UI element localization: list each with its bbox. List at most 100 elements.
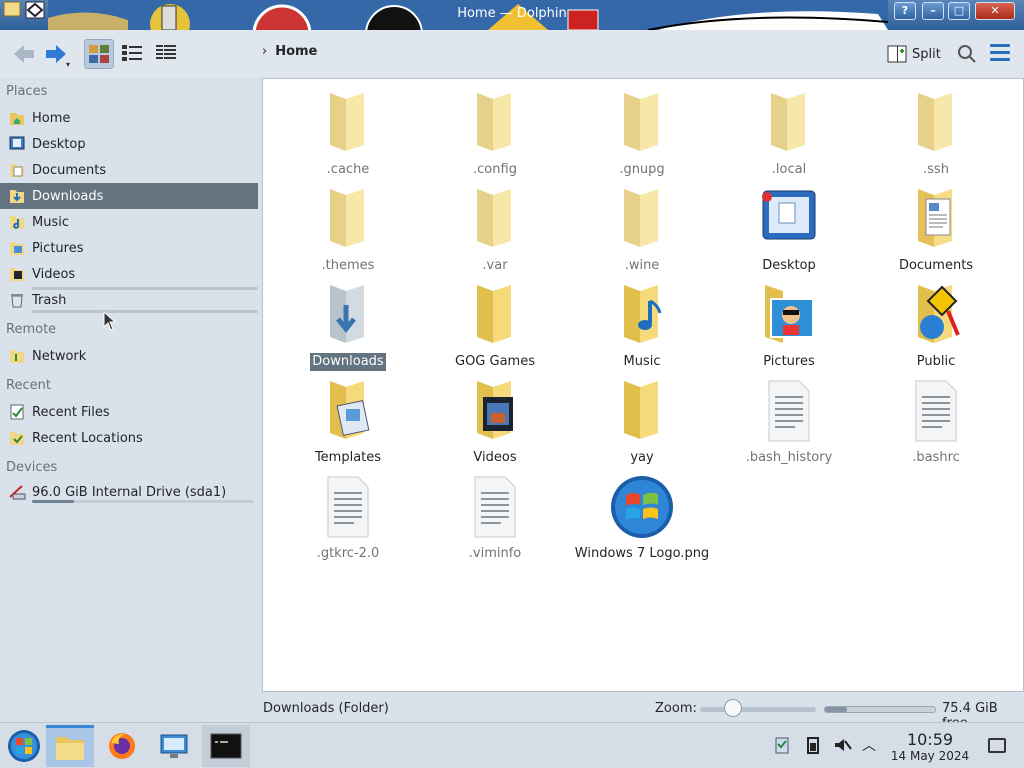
sidebar-item-label: Pictures [32, 240, 84, 256]
sidebar-item-home[interactable]: Home [0, 105, 258, 131]
free-space-fill [825, 707, 847, 712]
hamburger-menu-icon[interactable] [990, 44, 1010, 62]
file-label: .wine [624, 258, 660, 273]
sidebar-item-label: Desktop [32, 136, 86, 152]
file-item[interactable]: Videos [425, 377, 565, 467]
breadcrumb[interactable]: › Home [262, 44, 317, 59]
public-folder-icon [918, 285, 960, 343]
maximize-button[interactable]: □ [948, 2, 970, 20]
zoom-slider-track[interactable] [700, 707, 816, 712]
folder-icon [330, 189, 364, 247]
icons-view-button[interactable] [84, 39, 114, 69]
file-item[interactable]: .wine [572, 185, 712, 275]
file-item[interactable]: .bash_history [719, 377, 859, 467]
sidebar-item-label: Network [32, 348, 87, 364]
file-item[interactable]: Desktop [719, 185, 859, 275]
file-item[interactable]: .gtkrc-2.0 [278, 473, 418, 563]
file-item[interactable]: .config [425, 89, 565, 179]
file-item[interactable]: Pictures [719, 281, 859, 371]
sidebar-item-recent-locations[interactable]: Recent Locations [0, 425, 258, 451]
desktop-icon [9, 136, 25, 150]
minimize-button[interactable]: – [922, 2, 944, 20]
music-folder-icon [10, 216, 24, 229]
sidebar-item-label: Videos [32, 266, 76, 282]
breadcrumb-home[interactable]: Home [275, 44, 317, 59]
taskbar-firefox[interactable] [98, 725, 146, 767]
file-label: .bashrc [912, 450, 960, 465]
file-label: .cache [326, 162, 370, 177]
sidebar-item-desktop[interactable]: Desktop [0, 131, 258, 157]
file-item[interactable]: Templates [278, 377, 418, 467]
documents-folder-icon [918, 189, 952, 247]
volume-muted-icon[interactable] [832, 735, 852, 755]
file-item[interactable]: .ssh [866, 89, 1006, 179]
sidebar-item-downloads[interactable]: Downloads [0, 183, 258, 209]
downloads-folder-icon [330, 285, 364, 343]
file-item[interactable]: Documents [866, 185, 1006, 275]
show-desktop-icon[interactable] [988, 738, 1006, 753]
sidebar-item-label: Recent Locations [32, 430, 143, 446]
recent-files-icon [10, 404, 24, 420]
split-label: Split [912, 46, 941, 62]
remote-header: Remote [6, 322, 57, 337]
compact-view-button[interactable] [118, 39, 148, 69]
file-item[interactable]: .gnupg [572, 89, 712, 179]
battery-icon[interactable] [803, 735, 823, 755]
file-view[interactable]: .cache .config .gnupg .local .ssh .theme… [262, 78, 1024, 692]
help-button[interactable]: ? [894, 2, 916, 20]
videos-folder-icon [477, 381, 513, 439]
file-item[interactable]: Public [866, 281, 1006, 371]
file-item[interactable]: yay [572, 377, 712, 467]
file-item[interactable]: GOG Games [425, 281, 565, 371]
file-item[interactable]: .var [425, 185, 565, 275]
file-item[interactable]: .themes [278, 185, 418, 275]
split-button[interactable]: Split [886, 42, 941, 66]
folder-icon [330, 93, 364, 151]
clipboard-icon[interactable] [772, 735, 792, 755]
sidebar-item-music[interactable]: Music [0, 209, 258, 235]
file-item[interactable]: Music [572, 281, 712, 371]
file-manager-icon [56, 736, 84, 760]
file-label: Videos [473, 450, 517, 465]
file-item[interactable]: .local [719, 89, 859, 179]
search-icon[interactable] [955, 42, 979, 66]
folder-icon [477, 189, 511, 247]
sidebar-item-recent-files[interactable]: Recent Files [0, 399, 258, 425]
sidebar-item-documents[interactable]: Documents [0, 157, 258, 183]
clock[interactable]: 10:59 14 May 2024 [890, 730, 970, 764]
taskbar-file-manager[interactable] [46, 725, 94, 767]
zoom-slider-handle[interactable] [724, 699, 742, 717]
sidebar-item-network[interactable]: Network [0, 343, 258, 369]
close-button[interactable]: ✕ [975, 2, 1015, 20]
forward-history-chevron-icon[interactable]: ▾ [66, 60, 70, 69]
file-item-selected[interactable]: Downloads [278, 281, 418, 371]
start-menu-button[interactable] [0, 725, 48, 767]
file-item[interactable]: .viminfo [425, 473, 565, 563]
window-title: Home — Dolphin [457, 6, 567, 21]
clock-time: 10:59 [906, 730, 954, 749]
places-header: Places [6, 84, 48, 99]
file-label: Public [916, 354, 956, 369]
text-file-icon [915, 380, 957, 442]
sidebar-item-videos[interactable]: Videos [0, 261, 258, 287]
taskbar-system-settings[interactable] [150, 725, 198, 767]
clock-date: 14 May 2024 [890, 749, 970, 763]
file-item[interactable]: .bashrc [866, 377, 1006, 467]
pictures-folder-icon [10, 242, 24, 255]
sidebar-item-pictures[interactable]: Pictures [0, 235, 258, 261]
back-arrow-icon[interactable] [10, 40, 38, 68]
taskbar-terminal[interactable] [202, 725, 250, 767]
file-label: Templates [314, 450, 382, 465]
details-view-button[interactable] [152, 39, 182, 69]
file-item[interactable]: Windows 7 Logo.png [572, 473, 712, 563]
tray-expand-chevron-icon[interactable]: ︿ [862, 735, 882, 755]
file-label: GOG Games [455, 354, 535, 369]
compact-view-icon [122, 45, 142, 61]
folder-icon [477, 93, 511, 151]
file-item[interactable]: .cache [278, 89, 418, 179]
sidebar-item-label: Downloads [32, 188, 104, 204]
file-label: .themes [321, 258, 375, 273]
file-label: .gtkrc-2.0 [316, 546, 380, 561]
mouse-cursor-icon [103, 311, 117, 331]
toolbar: ▾ › Home Split [0, 30, 1024, 78]
